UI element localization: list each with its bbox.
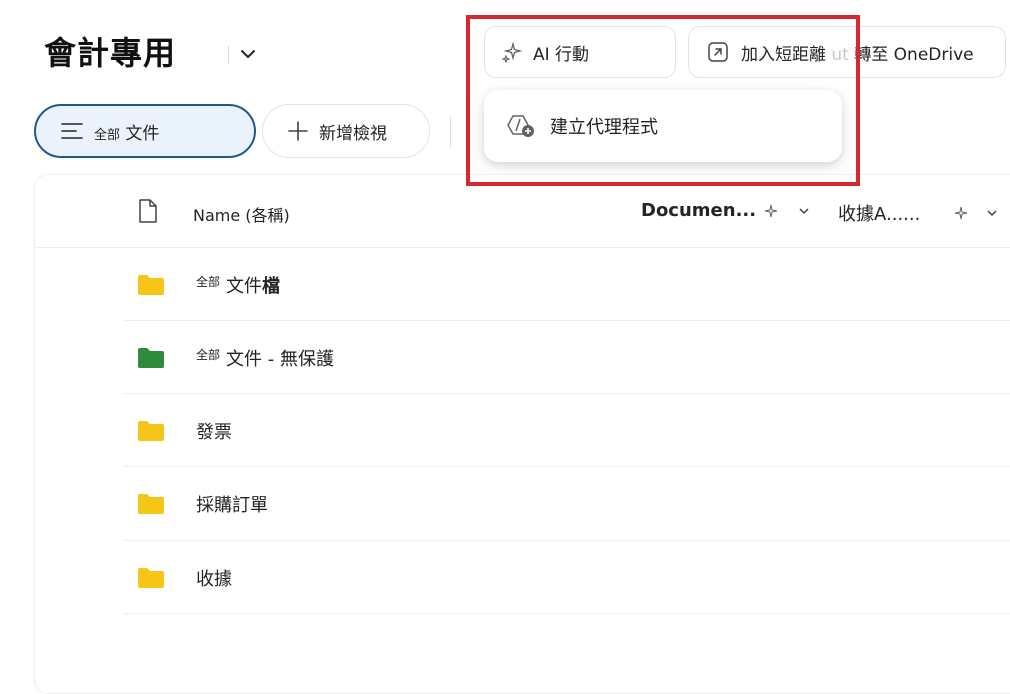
list-item-name: 全部 文件檔 bbox=[196, 275, 281, 297]
folder-icon bbox=[138, 494, 164, 514]
list-lines-icon bbox=[61, 123, 83, 139]
sparkle-icon bbox=[501, 41, 523, 63]
row-divider bbox=[124, 613, 1010, 614]
folder-icon bbox=[138, 421, 164, 441]
column-header-name[interactable]: Name (各稱) bbox=[193, 202, 290, 226]
list-item[interactable]: 全部 文件檔 bbox=[124, 248, 1010, 321]
chevron-down-icon[interactable] bbox=[238, 44, 258, 64]
create-agent-menu[interactable]: 建立代理程式 bbox=[484, 90, 842, 162]
sparkle-icon bbox=[955, 206, 968, 220]
column-header-document[interactable]: Documen... bbox=[641, 200, 810, 221]
new-view-button[interactable]: 新增檢視 bbox=[262, 104, 430, 158]
add-shortcut-label: 加入短距離 ut 轉至 OneDrive bbox=[741, 44, 974, 65]
list-item-name: 發票 bbox=[196, 422, 232, 443]
list-item-name: 收據 bbox=[196, 569, 232, 590]
ai-actions-label: AI 行動 bbox=[533, 44, 590, 65]
ai-actions-button[interactable]: AI 行動 bbox=[484, 26, 676, 78]
agent-icon bbox=[507, 115, 534, 137]
shortcut-arrow-icon bbox=[708, 42, 728, 62]
add-shortcut-button[interactable]: 加入短距離 ut 轉至 OneDrive bbox=[688, 26, 1006, 78]
folder-icon bbox=[138, 348, 164, 368]
list-item-name: 全部 文件 - 無保護 bbox=[196, 348, 334, 370]
list-item[interactable]: 採購訂單 bbox=[124, 467, 1010, 540]
toolbar-divider bbox=[450, 116, 451, 148]
list-item-name: 採購訂單 bbox=[196, 495, 268, 516]
folder-icon bbox=[138, 275, 164, 295]
page-title: 會計專用 bbox=[44, 34, 177, 72]
folder-icon bbox=[138, 568, 164, 588]
list-item[interactable]: 全部 文件 - 無保護 bbox=[124, 321, 1010, 394]
list-item[interactable]: 發票 bbox=[124, 394, 1010, 467]
create-agent-label: 建立代理程式 bbox=[550, 117, 658, 138]
file-icon bbox=[139, 199, 157, 223]
column-header-document-label: Documen... bbox=[641, 200, 757, 221]
list-item[interactable]: 收據 bbox=[124, 541, 1010, 614]
column-header-receipt-label: 收據A...... bbox=[838, 204, 921, 225]
plus-icon bbox=[288, 121, 308, 141]
sparkle-icon bbox=[764, 204, 778, 217]
chevron-down-icon[interactable] bbox=[798, 205, 810, 217]
all-documents-view[interactable]: 全部 文件 bbox=[34, 104, 256, 158]
chevron-down-icon[interactable] bbox=[986, 207, 998, 219]
title-divider bbox=[228, 46, 229, 64]
column-header-receipt[interactable]: 收據A...... bbox=[838, 200, 998, 226]
